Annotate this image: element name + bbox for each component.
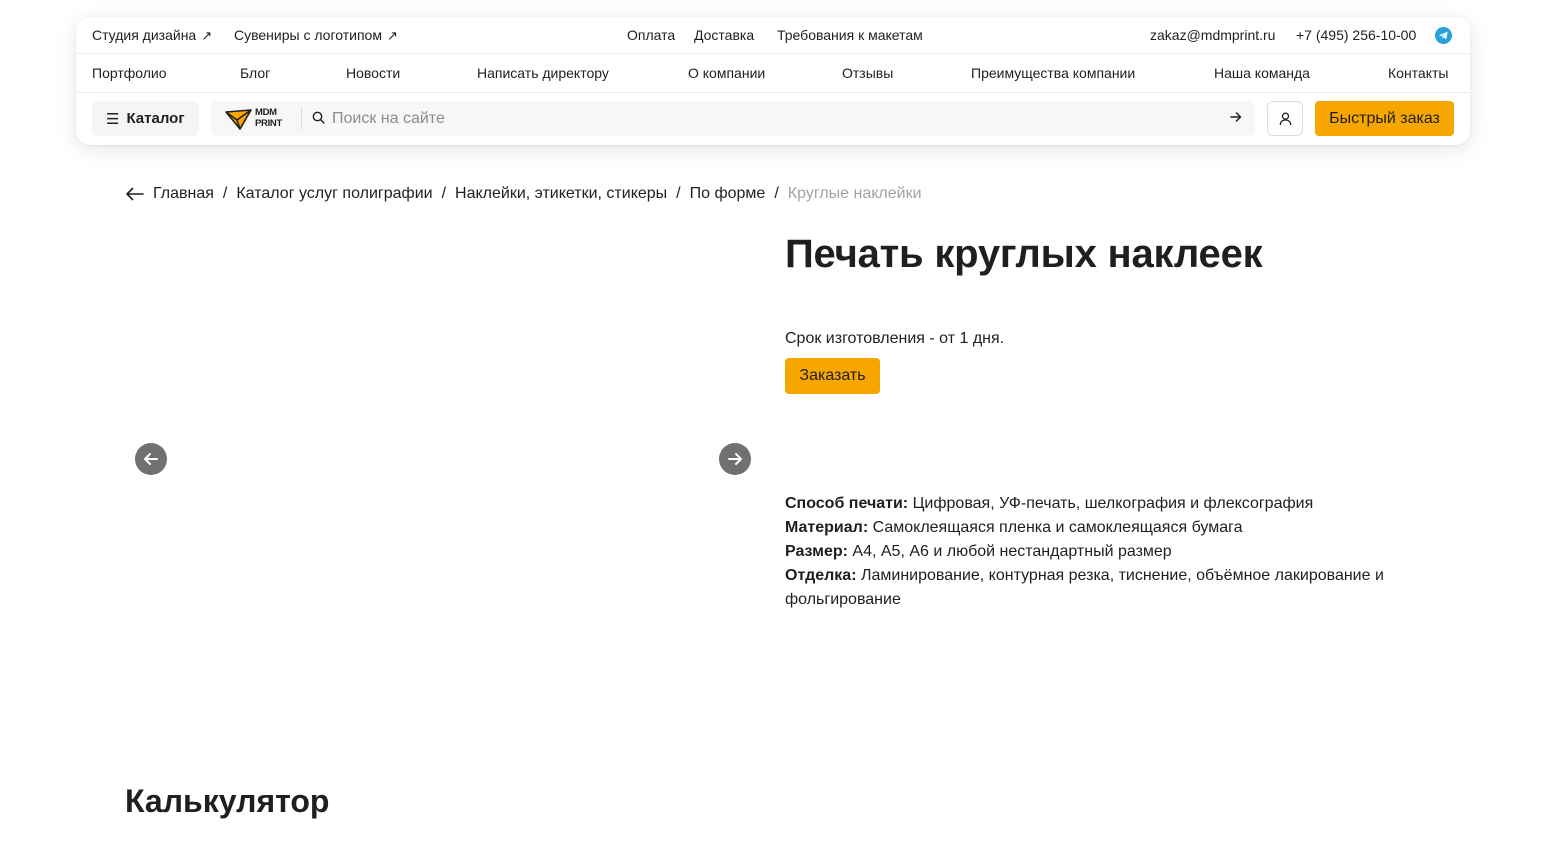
back-arrow-icon[interactable] bbox=[125, 187, 144, 201]
toolbar: ☰ Каталог MDM PRINT Поиск на сайте Быстр… bbox=[76, 93, 1470, 145]
user-account-button[interactable] bbox=[1267, 101, 1303, 136]
spec-label: Размер: bbox=[785, 543, 848, 560]
souvenirs-link[interactable]: Сувениры с логотипом ↗ bbox=[234, 27, 398, 44]
design-studio-label: Студия дизайна bbox=[92, 27, 197, 43]
nav-about[interactable]: О компании bbox=[688, 65, 765, 81]
nav-write-director[interactable]: Написать директору bbox=[477, 65, 609, 81]
external-arrow-icon: ↗ bbox=[201, 28, 213, 43]
layout-requirements-link[interactable]: Требования к макетам bbox=[777, 27, 923, 43]
logo-line-1: MDM bbox=[255, 107, 277, 118]
design-studio-link[interactable]: Студия дизайна ↗ bbox=[92, 27, 212, 44]
arrow-right-icon[interactable] bbox=[1229, 110, 1243, 124]
menu-icon: ☰ bbox=[106, 110, 120, 128]
breadcrumb-separator: / bbox=[676, 185, 681, 202]
nav-advantages[interactable]: Преимущества компании bbox=[971, 65, 1135, 81]
spec-value: Ламинирование, контурная резка, тиснение… bbox=[785, 567, 1384, 608]
search-bar: MDM PRINT bbox=[211, 101, 1255, 136]
calculator-title: Калькулятор bbox=[125, 783, 330, 819]
search-input[interactable] bbox=[332, 105, 1212, 132]
spec-label: Материал: bbox=[785, 519, 869, 536]
nav-reviews[interactable]: Отзывы bbox=[842, 65, 893, 81]
spec-value: А4, А5, А6 и любой нестандартный размер bbox=[852, 543, 1172, 560]
breadcrumb: Главная / Каталог услуг полиграфии / Нак… bbox=[125, 185, 922, 203]
telegram-icon[interactable] bbox=[1435, 27, 1452, 44]
nav-portfolio[interactable]: Портфолио bbox=[92, 65, 167, 81]
gallery-prev-button[interactable] bbox=[135, 443, 167, 475]
arrow-left-icon bbox=[144, 453, 158, 465]
spec-value: Цифровая, УФ-печать, шелкография и флекс… bbox=[912, 495, 1314, 512]
search-divider bbox=[301, 107, 302, 130]
gallery-next-button[interactable] bbox=[719, 443, 751, 475]
paper-plane-logo-icon bbox=[225, 109, 252, 130]
breadcrumb-separator: / bbox=[774, 185, 779, 202]
topbar: Студия дизайна ↗ Сувениры с логотипом ↗ Оп… bbox=[76, 17, 1470, 54]
spec-value: Самоклеящаяся пленка и самоклеящаяся бум… bbox=[872, 519, 1243, 536]
lead-time-text: Срок изготовления - от 1 дня. bbox=[785, 330, 1005, 347]
spec-size: Размер: А4, А5, А6 и любой нестандартный… bbox=[785, 540, 1405, 564]
logo-text: MDM PRINT bbox=[255, 107, 283, 129]
email-link[interactable]: zakaz@mdmprint.ru bbox=[1150, 27, 1275, 43]
souvenirs-label: Сувениры с логотипом bbox=[234, 27, 382, 43]
breadcrumb-catalog[interactable]: Каталог услуг полиграфии bbox=[236, 185, 432, 203]
nav-blog[interactable]: Блог bbox=[240, 65, 270, 81]
spec-print-method: Способ печати: Цифровая, УФ-печать, шелк… bbox=[785, 492, 1405, 516]
nav-team[interactable]: Наша команда bbox=[1214, 65, 1310, 81]
spec-label: Отделка: bbox=[785, 567, 857, 584]
search-icon bbox=[312, 111, 325, 124]
product-specs: Способ печати: Цифровая, УФ-печать, шелк… bbox=[785, 492, 1405, 612]
quick-order-button[interactable]: Быстрый заказ bbox=[1315, 101, 1454, 136]
main-nav: Портфолио Блог Новости Написать директор… bbox=[76, 54, 1470, 93]
spec-finishing: Отделка: Ламинирование, контурная резка,… bbox=[785, 564, 1405, 612]
catalog-label: Каталог bbox=[126, 110, 185, 127]
breadcrumb-home[interactable]: Главная bbox=[153, 185, 214, 203]
nav-contacts[interactable]: Контакты bbox=[1388, 65, 1448, 81]
payment-link[interactable]: Оплата bbox=[627, 27, 675, 43]
order-button[interactable]: Заказать bbox=[785, 358, 880, 394]
mdm-print-logo[interactable]: MDM PRINT bbox=[225, 107, 287, 131]
page-title: Печать круглых наклеек bbox=[785, 232, 1263, 276]
breadcrumb-separator: / bbox=[441, 185, 447, 202]
breadcrumb-separator: / bbox=[222, 185, 228, 202]
logo-line-2: PRINT bbox=[255, 118, 283, 129]
breadcrumb-current: Круглые наклейки bbox=[787, 185, 922, 202]
arrow-right-icon bbox=[728, 453, 742, 465]
phone-link[interactable]: +7 (495) 256-10-00 bbox=[1296, 27, 1416, 43]
delivery-link[interactable]: Доставка bbox=[694, 27, 754, 43]
breadcrumb-stickers[interactable]: Наклейки, этикетки, стикеры bbox=[455, 185, 667, 203]
spec-label: Способ печати: bbox=[785, 495, 909, 512]
spec-material: Материал: Самоклеящаяся пленка и самокле… bbox=[785, 516, 1405, 540]
breadcrumb-by-shape[interactable]: По форме bbox=[690, 185, 766, 203]
external-arrow-icon: ↗ bbox=[386, 28, 398, 43]
nav-news[interactable]: Новости bbox=[346, 65, 400, 81]
site-header: Студия дизайна ↗ Сувениры с логотипом ↗ Оп… bbox=[76, 17, 1470, 145]
user-icon bbox=[1279, 112, 1292, 126]
catalog-button[interactable]: ☰ Каталог bbox=[92, 101, 199, 136]
